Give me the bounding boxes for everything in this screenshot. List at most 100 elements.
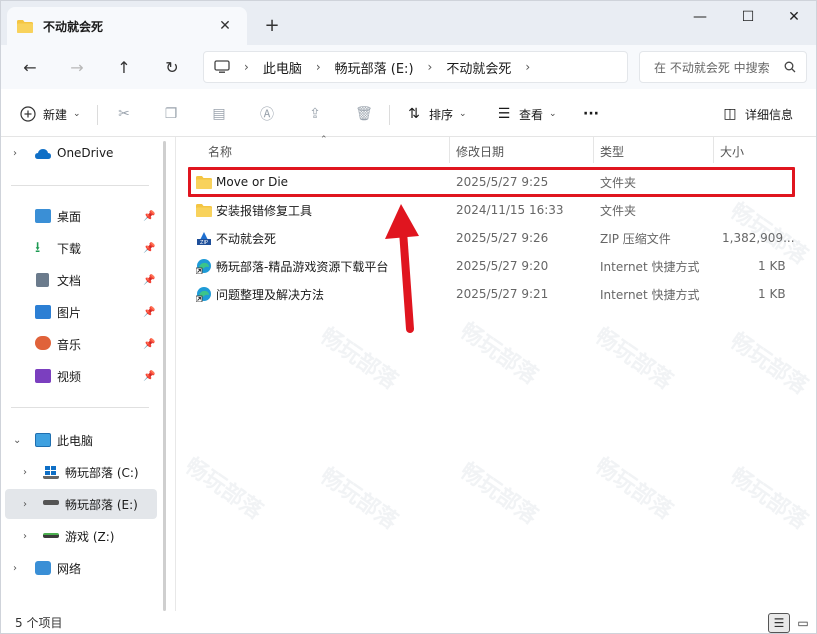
pin-icon[interactable]: 📌 bbox=[143, 339, 155, 350]
maximize-button[interactable]: ☐ bbox=[725, 1, 771, 33]
sort-button[interactable]: ⇅ 排序 ⌄ bbox=[405, 100, 467, 128]
column-header-type[interactable]: 类型 bbox=[600, 143, 624, 160]
column-separator[interactable] bbox=[713, 137, 714, 163]
sidebar-item-drive-e[interactable]: › 畅玩部落 (E:) bbox=[5, 489, 157, 519]
tiles-view-icon[interactable]: ▭ bbox=[792, 613, 814, 633]
pin-icon[interactable]: 📌 bbox=[143, 243, 155, 254]
sidebar-item-videos[interactable]: 视频 📌 bbox=[1, 361, 161, 391]
sidebar-item-drive-z[interactable]: › 游戏 (Z:) bbox=[1, 521, 161, 551]
file-type: Internet 快捷方式 bbox=[600, 287, 700, 302]
sidebar-item-onedrive[interactable]: › OneDrive bbox=[1, 138, 161, 168]
file-explorer-window: 不动就会死 ✕ + — ☐ ✕ ← → ↑ ↻ › 此电脑 › 畅玩部落 (E:… bbox=[0, 0, 817, 634]
rename-icon: Ⓐ bbox=[260, 107, 274, 123]
pin-icon[interactable]: 📌 bbox=[143, 211, 155, 222]
folder-icon bbox=[17, 19, 33, 33]
sidebar-item-documents[interactable]: 文档 📌 bbox=[1, 265, 161, 295]
delete-button[interactable]: 🗑 bbox=[355, 100, 379, 128]
video-icon bbox=[35, 369, 51, 383]
copy-button[interactable]: ❐ bbox=[162, 100, 186, 128]
more-button[interactable]: ··· bbox=[583, 100, 599, 128]
view-button[interactable]: ☰ 查看 ⌄ bbox=[495, 100, 557, 128]
rename-button[interactable]: Ⓐ bbox=[258, 100, 282, 128]
sidebar-item-label: 游戏 (Z:) bbox=[65, 529, 115, 544]
pin-icon[interactable]: 📌 bbox=[143, 371, 155, 382]
new-tab-button[interactable]: + bbox=[260, 13, 284, 37]
back-button[interactable]: ← bbox=[15, 53, 45, 81]
watermark: 畅玩部落 bbox=[590, 453, 677, 525]
chevron-right-icon[interactable]: › bbox=[13, 148, 17, 159]
details-pane-button[interactable]: ◫ 详细信息 bbox=[721, 100, 793, 128]
file-row[interactable]: 畅玩部落-精品游戏资源下载平台 2025/5/27 9:20 Internet … bbox=[188, 252, 794, 280]
sidebar-item-music[interactable]: 音乐 📌 bbox=[1, 329, 161, 359]
refresh-button[interactable]: ↻ bbox=[157, 53, 187, 81]
navigation-pane: › OneDrive 桌面 📌 ⭳ 下载 📌 文档 📌 图片 📌 音乐 📌 视频… bbox=[1, 137, 165, 611]
sidebar-item-downloads[interactable]: ⭳ 下载 📌 bbox=[1, 233, 161, 263]
file-type: ZIP 压缩文件 bbox=[600, 231, 671, 246]
chevron-right-icon[interactable]: › bbox=[23, 499, 27, 510]
up-button[interactable]: ↑ bbox=[109, 53, 139, 81]
column-separator[interactable] bbox=[449, 137, 450, 163]
share-button[interactable]: ⇪ bbox=[306, 100, 330, 128]
sidebar-item-drive-c[interactable]: › 畅玩部落 (C:) bbox=[1, 457, 161, 487]
chevron-right-icon[interactable]: › bbox=[13, 563, 17, 574]
sidebar-item-this-pc[interactable]: ⌄ 此电脑 bbox=[1, 425, 161, 455]
new-button[interactable]: 新建 ⌄ bbox=[19, 100, 81, 128]
file-size: 1 KB bbox=[758, 259, 786, 273]
column-header-name[interactable]: 名称 bbox=[208, 143, 232, 160]
file-modified: 2025/5/27 9:20 bbox=[456, 259, 549, 273]
tab-current[interactable]: 不动就会死 ✕ bbox=[7, 7, 247, 45]
file-modified: 2025/5/27 9:26 bbox=[456, 231, 549, 245]
sidebar-item-network[interactable]: › 网络 bbox=[1, 553, 161, 583]
file-name: 畅玩部落-精品游戏资源下载平台 bbox=[216, 259, 389, 274]
file-row[interactable]: 问题整理及解决方法 2025/5/27 9:21 Internet 快捷方式 1… bbox=[188, 280, 794, 308]
close-window-button[interactable]: ✕ bbox=[771, 1, 817, 33]
column-header-size[interactable]: 大小 bbox=[720, 143, 744, 160]
zip-icon: ZIP bbox=[197, 232, 211, 246]
tab-close-button[interactable]: ✕ bbox=[213, 14, 237, 38]
paste-button[interactable]: ▤ bbox=[210, 100, 234, 128]
chevron-down-icon[interactable]: ⌄ bbox=[13, 435, 21, 446]
folder-icon bbox=[196, 203, 212, 217]
pin-icon[interactable]: 📌 bbox=[143, 275, 155, 286]
chevron-down-icon: ⌄ bbox=[459, 109, 467, 119]
file-name: 不动就会死 bbox=[216, 231, 277, 246]
file-row[interactable]: ZIP 不动就会死 2025/5/27 9:26 ZIP 压缩文件 1,382,… bbox=[188, 224, 795, 252]
column-separator[interactable] bbox=[593, 137, 594, 163]
breadcrumb-this-pc[interactable]: 此电脑 bbox=[263, 58, 302, 77]
address-bar[interactable]: › 此电脑 › 畅玩部落 (E:) › 不动就会死 › bbox=[203, 51, 628, 83]
details-view-icon[interactable]: ☰ bbox=[768, 613, 790, 633]
red-arrow-annotation bbox=[385, 204, 419, 333]
pin-icon[interactable]: 📌 bbox=[143, 307, 155, 318]
sidebar-item-label: 下载 bbox=[57, 241, 82, 256]
chevron-right-icon[interactable]: › bbox=[525, 60, 530, 74]
search-icon bbox=[784, 61, 796, 73]
file-size: 1,382,909... bbox=[722, 231, 795, 245]
breadcrumb-current-folder[interactable]: 不动就会死 bbox=[446, 58, 511, 77]
search-input[interactable]: 在 不动就会死 中搜索 bbox=[639, 51, 807, 83]
breadcrumb: › 此电脑 › 畅玩部落 (E:) › 不动就会死 › bbox=[230, 58, 544, 77]
watermark: 畅玩部落 bbox=[590, 323, 677, 395]
pane-divider[interactable] bbox=[175, 137, 176, 611]
cut-button[interactable]: ✂ bbox=[115, 100, 139, 128]
drive-icon bbox=[43, 533, 59, 538]
sidebar-item-desktop[interactable]: 桌面 📌 bbox=[1, 201, 161, 231]
chevron-right-icon[interactable]: › bbox=[23, 531, 27, 542]
copy-icon: ❐ bbox=[164, 106, 178, 122]
chevron-right-icon: › bbox=[315, 60, 321, 74]
column-header-modified[interactable]: 修改日期 bbox=[456, 143, 504, 160]
sidebar-item-pictures[interactable]: 图片 📌 bbox=[1, 297, 161, 327]
title-bar: 不动就会死 ✕ + — ☐ ✕ bbox=[1, 1, 816, 45]
chevron-right-icon[interactable]: › bbox=[23, 467, 27, 478]
column-headers: ⌃ 名称 修改日期 类型 大小 bbox=[176, 135, 816, 163]
music-icon bbox=[35, 336, 51, 350]
file-name: 问题整理及解决方法 bbox=[216, 287, 325, 302]
tab-title: 不动就会死 bbox=[43, 19, 104, 34]
sort-ascending-icon: ⌃ bbox=[320, 135, 328, 145]
sidebar-item-label: 图片 bbox=[57, 305, 82, 320]
sidebar-scrollbar[interactable] bbox=[163, 141, 166, 611]
forward-button[interactable]: → bbox=[62, 53, 92, 81]
watermark: 畅玩部落 bbox=[315, 463, 402, 535]
file-row[interactable]: 安装报错修复工具 2024/11/15 16:33 文件夹 bbox=[188, 196, 794, 224]
breadcrumb-drive-e[interactable]: 畅玩部落 (E:) bbox=[335, 58, 414, 77]
minimize-button[interactable]: — bbox=[677, 1, 723, 33]
